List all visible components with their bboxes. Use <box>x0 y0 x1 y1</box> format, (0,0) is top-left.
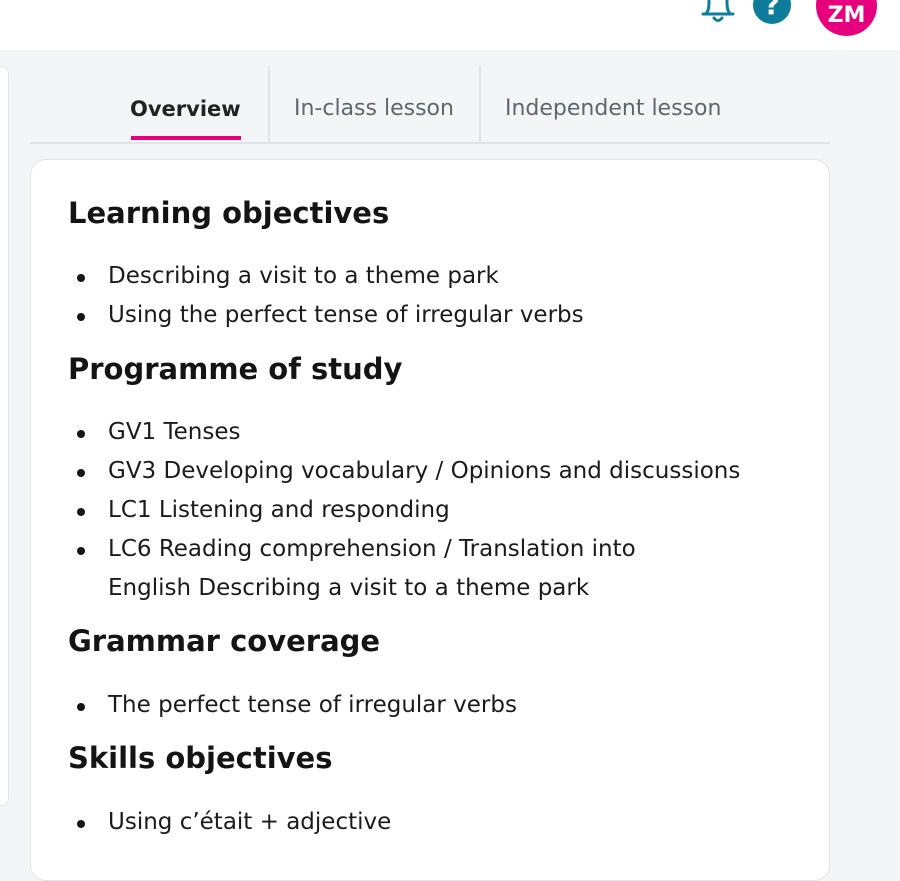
tab-in-class-lesson[interactable]: In-class lesson <box>294 66 454 142</box>
list-item: LC1 Listening and responding <box>108 497 450 523</box>
active-tab-indicator <box>131 136 241 140</box>
list-item: Using the perfect tense of irregular ver… <box>108 302 584 328</box>
help-icon[interactable]: ? <box>753 0 791 24</box>
section-title-skills-objectives: Skills objectives <box>68 741 333 775</box>
side-panel <box>0 66 9 806</box>
tab-independent-lesson[interactable]: Independent lesson <box>505 66 721 142</box>
bullet-icon <box>77 313 85 321</box>
list-item: GV1 Tenses <box>108 419 241 445</box>
tab-divider <box>479 66 481 142</box>
avatar[interactable]: ZM <box>816 0 877 36</box>
bullet-icon <box>77 703 85 711</box>
bell-icon[interactable] <box>699 0 737 24</box>
tab-independent-lesson-label: Independent lesson <box>505 96 722 121</box>
top-bar: ? ZM <box>0 0 900 50</box>
section-title-programme-of-study: Programme of study <box>68 352 403 386</box>
list-item: Using c’était + adjective <box>108 809 392 835</box>
help-icon-glyph: ? <box>763 0 781 21</box>
lesson-tabs: Overview In-class lesson Independent les… <box>30 66 830 144</box>
tab-in-class-lesson-label: In-class lesson <box>294 96 454 121</box>
section-title-learning-objectives: Learning objectives <box>68 196 390 230</box>
section-title-grammar-coverage: Grammar coverage <box>68 624 381 658</box>
list-item: The perfect tense of irregular verbs <box>108 692 517 718</box>
bullet-icon <box>77 430 85 438</box>
tab-divider <box>268 66 270 142</box>
list-item-continuation: English Describing a visit to a theme pa… <box>108 575 590 601</box>
list-item: Describing a visit to a theme park <box>108 263 499 289</box>
bullet-icon <box>77 820 85 828</box>
tab-overview-label: Overview <box>130 97 241 121</box>
bullet-icon <box>77 274 85 282</box>
list-item: LC6 Reading comprehension / Translation … <box>108 536 636 562</box>
bullet-icon <box>77 508 85 516</box>
avatar-initials: ZM <box>827 3 866 28</box>
tab-overview[interactable]: Overview <box>130 66 241 142</box>
bullet-icon <box>77 469 85 477</box>
bullet-icon <box>77 547 85 555</box>
list-item: GV3 Developing vocabulary / Opinions and… <box>108 458 741 484</box>
